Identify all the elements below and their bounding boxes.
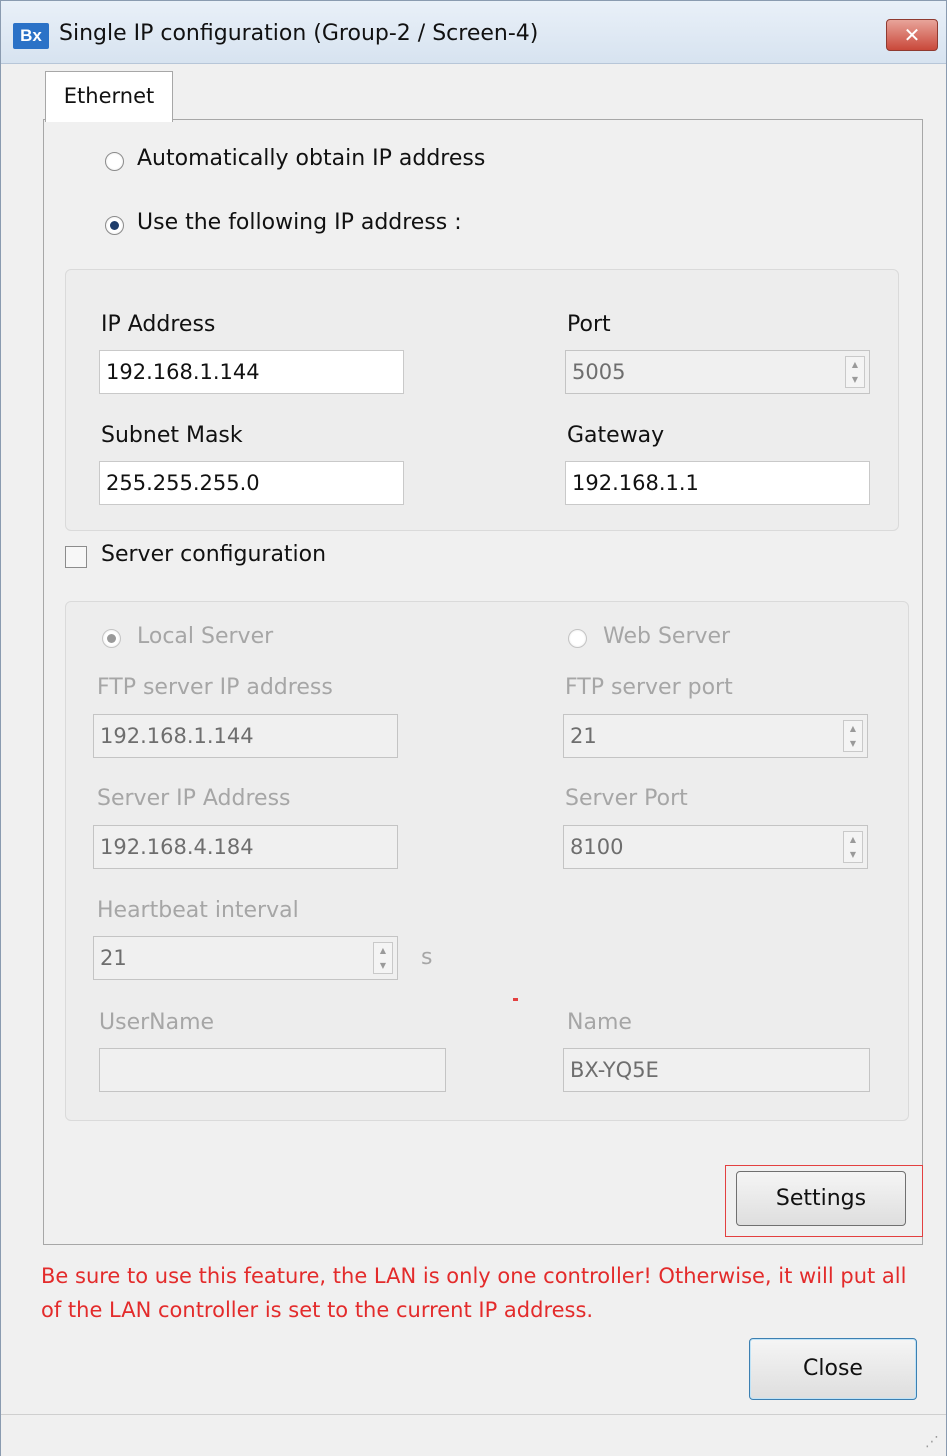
name-label: Name <box>567 1010 632 1035</box>
dialog-window: Bx Single IP configuration (Group-2 / Sc… <box>0 0 947 1456</box>
port-spinner[interactable]: ▲ ▼ <box>845 356 865 388</box>
subnet-mask-label: Subnet Mask <box>101 423 243 448</box>
ftp-port-value: 21 <box>570 724 597 748</box>
status-bar: ⋰ <box>1 1414 946 1456</box>
stray-red-mark <box>513 998 518 1001</box>
title-bar[interactable]: Bx Single IP configuration (Group-2 / Sc… <box>1 1 946 64</box>
server-config-checkbox[interactable] <box>65 546 87 568</box>
username-input[interactable] <box>99 1048 446 1092</box>
resize-grip-icon[interactable]: ⋰ <box>925 1434 940 1450</box>
server-config-label[interactable]: Server configuration <box>101 542 326 567</box>
server-ip-input[interactable]: 192.168.4.184 <box>93 825 398 869</box>
auto-ip-label[interactable]: Automatically obtain IP address <box>137 146 485 171</box>
tab-ethernet[interactable]: Ethernet <box>45 71 173 122</box>
server-port-input[interactable]: 8100 ▲ ▼ <box>563 825 868 869</box>
ip-address-label: IP Address <box>101 312 216 337</box>
port-input[interactable]: 5005 ▲ ▼ <box>565 350 870 394</box>
heartbeat-unit: s <box>421 945 433 970</box>
lan-warning-text: Be sure to use this feature, the LAN is … <box>41 1264 907 1322</box>
ftp-port-spinner[interactable]: ▲ ▼ <box>843 720 863 752</box>
web-server-radio[interactable] <box>568 629 587 648</box>
ftp-ip-label: FTP server IP address <box>97 675 333 700</box>
gateway-label: Gateway <box>567 423 665 448</box>
heartbeat-spinner[interactable]: ▲ ▼ <box>373 942 393 974</box>
ftp-ip-input[interactable]: 192.168.1.144 <box>93 714 398 758</box>
heartbeat-input[interactable]: 21 ▲ ▼ <box>93 936 398 980</box>
auto-ip-radio[interactable] <box>105 152 124 171</box>
gateway-input[interactable]: 192.168.1.1 <box>565 461 870 505</box>
window-close-button[interactable]: ✕ <box>886 19 938 51</box>
ip-address-input[interactable]: 192.168.1.144 <box>99 350 404 394</box>
username-label: UserName <box>99 1010 215 1035</box>
app-icon: Bx <box>13 23 49 49</box>
server-ip-label: Server IP Address <box>97 786 291 811</box>
heartbeat-label: Heartbeat interval <box>97 898 299 923</box>
name-input[interactable]: BX-YQ5E <box>563 1048 870 1092</box>
close-button[interactable]: Close <box>749 1338 917 1400</box>
window-title: Single IP configuration (Group-2 / Scree… <box>59 21 539 46</box>
server-port-value: 8100 <box>570 835 624 859</box>
settings-button[interactable]: Settings <box>736 1171 906 1226</box>
ftp-port-input[interactable]: 21 ▲ ▼ <box>563 714 868 758</box>
manual-ip-radio[interactable] <box>105 216 124 235</box>
web-server-label[interactable]: Web Server <box>603 624 730 649</box>
heartbeat-value: 21 <box>100 946 127 970</box>
ftp-port-label: FTP server port <box>565 675 733 700</box>
manual-ip-label[interactable]: Use the following IP address : <box>137 210 462 235</box>
server-port-spinner[interactable]: ▲ ▼ <box>843 831 863 863</box>
local-server-label[interactable]: Local Server <box>137 624 273 649</box>
port-value: 5005 <box>572 360 626 384</box>
subnet-mask-input[interactable]: 255.255.255.0 <box>99 461 404 505</box>
port-label: Port <box>567 312 611 337</box>
local-server-radio[interactable] <box>102 629 121 648</box>
server-port-label: Server Port <box>565 786 688 811</box>
